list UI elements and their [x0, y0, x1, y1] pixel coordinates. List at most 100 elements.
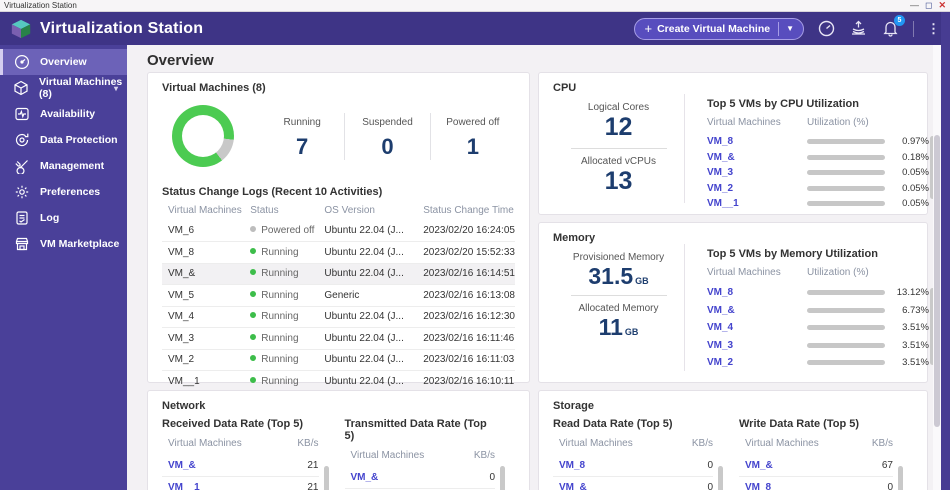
column-header: KB/s	[473, 450, 495, 461]
window-title: Virtualization Station	[4, 1, 77, 10]
status-dot-running	[250, 247, 257, 254]
memory-top5-list: Top 5 VMs by Memory Utilization Virtual …	[685, 244, 935, 371]
cpu-card-title: CPU	[553, 82, 577, 94]
column-header: Virtual Machines	[745, 438, 819, 449]
log-icon	[13, 210, 30, 227]
table-row[interactable]: VM_8 Running Ubuntu 22.04 (J... 2023/02/…	[162, 241, 515, 264]
create-virtual-machine-button[interactable]: + Create Virtual Machine ▼	[634, 17, 804, 40]
table-row[interactable]: VM_& Running Ubuntu 22.04 (J... 2023/02/…	[162, 263, 515, 285]
vm-link[interactable]: VM_8	[745, 482, 845, 490]
column-header: Virtual Machines	[168, 438, 242, 449]
table-row[interactable]: VM__1 Running Ubuntu 22.04 (J... 2023/02…	[162, 370, 515, 393]
utilization-bar	[807, 154, 885, 160]
scrollbar-thumb[interactable]	[934, 135, 940, 427]
vm-link[interactable]: VM_&	[707, 152, 807, 163]
logical-cores-value: 12	[604, 113, 633, 141]
status-dot-running	[250, 376, 257, 383]
stat-value: 0	[381, 133, 394, 159]
scrollbar[interactable]	[500, 466, 505, 490]
vm-link[interactable]: VM__1	[707, 198, 807, 209]
vm-link[interactable]: VM_4	[707, 322, 807, 333]
vm-link[interactable]: VM_&	[559, 482, 659, 490]
column-header: Status	[250, 205, 279, 216]
list-item: VM_3 3.51%	[707, 339, 929, 351]
table-row[interactable]: VM_2 Running Ubuntu 22.04 (J... 2023/02/…	[162, 349, 515, 371]
status-logs-title: Status Change Logs (Recent 10 Activities…	[162, 186, 383, 198]
vm-link[interactable]: VM_&	[745, 460, 845, 471]
received-data-rate-panel: Received Data Rate (Top 5) Virtual Machi…	[162, 418, 339, 490]
vm-link[interactable]: VM_8	[707, 287, 807, 298]
table-row[interactable]: VM_4 Running Ubuntu 22.04 (J... 2023/02/…	[162, 306, 515, 328]
sidebar-item-management[interactable]: Management	[0, 153, 127, 179]
plus-icon: +	[644, 21, 653, 36]
vm-link[interactable]: VM_3	[707, 340, 807, 351]
availability-icon	[13, 106, 30, 123]
utilization-bar	[807, 170, 885, 176]
status-dot-running	[250, 355, 257, 362]
app-logo-icon	[11, 19, 31, 38]
sidebar-item-virtual-machines[interactable]: Virtual Machines (8) ▾	[0, 75, 127, 101]
virtual-machines-icon	[13, 80, 29, 97]
memory-card-title: Memory	[553, 232, 596, 244]
import-vm-icon[interactable]	[849, 19, 868, 38]
status-dot-running	[250, 290, 257, 297]
table-row[interactable]: VM_3 Running Ubuntu 22.04 (J... 2023/02/…	[162, 327, 515, 350]
utilization-bar	[807, 360, 885, 366]
vm-status-donut-chart	[172, 105, 234, 167]
list-item: VM_& 6.73%	[707, 304, 929, 316]
vm-link[interactable]: VM_&	[351, 472, 451, 483]
utilization-bar	[807, 342, 885, 348]
vm-link[interactable]: VM_2	[707, 357, 807, 368]
vm-link[interactable]: VM_&	[707, 305, 807, 316]
app-title: Virtualization Station	[40, 19, 204, 37]
sidebar-item-label: VM Marketplace	[40, 238, 120, 250]
management-icon	[13, 158, 30, 175]
chevron-down-icon[interactable]: ▼	[786, 24, 794, 33]
column-header: Status Change Time	[423, 205, 514, 216]
table-row[interactable]: VM_6 Powered off Ubuntu 22.04 (J... 2023…	[162, 220, 515, 242]
vm-link[interactable]: VM_2	[707, 183, 807, 194]
header-divider	[913, 20, 914, 37]
more-options-icon[interactable]: ⋮	[927, 21, 940, 37]
minimize-icon[interactable]: —	[910, 1, 919, 10]
vm-link[interactable]: VM_3	[707, 167, 807, 178]
sidebar-item-vm-marketplace[interactable]: VM Marketplace	[0, 231, 127, 257]
scrollbar[interactable]	[323, 466, 329, 490]
status-dot-off	[250, 226, 257, 232]
chevron-down-icon[interactable]: ▾	[114, 84, 118, 93]
allocated-memory-label: Allocated Memory	[578, 303, 659, 315]
vm-link[interactable]: VM_8	[559, 460, 659, 471]
sidebar-item-label: Log	[40, 212, 60, 224]
scrollbar[interactable]	[898, 466, 903, 490]
maximize-icon[interactable]: ◻	[925, 1, 932, 10]
table-row[interactable]: VM_5 Running Generic 2023/02/16 16:13:08	[162, 284, 515, 307]
sidebar-item-availability[interactable]: Availability	[0, 101, 127, 127]
utilization-bar	[807, 185, 885, 191]
sidebar-item-overview[interactable]: Overview	[0, 49, 127, 75]
vm-link[interactable]: VM__1	[168, 482, 268, 490]
vm-marketplace-icon	[13, 236, 30, 253]
sidebar-item-data-protection[interactable]: Data Protection	[0, 127, 127, 153]
scrollbar[interactable]	[718, 466, 723, 490]
list-item: VM_2 0.05%	[707, 182, 929, 194]
stat-label: Running	[283, 116, 321, 128]
sidebar-item-label: Preferences	[40, 186, 101, 198]
overview-icon	[13, 54, 30, 71]
notifications-icon[interactable]: 5	[881, 15, 905, 38]
background-tasks-icon[interactable]	[817, 19, 836, 38]
preferences-icon	[13, 184, 30, 201]
app-header: Virtualization Station + Create Virtual …	[0, 12, 950, 45]
list-item: VM_& 0.18%	[707, 151, 929, 163]
sidebar-item-log[interactable]: Log	[0, 205, 127, 231]
vm-link[interactable]: VM_&	[168, 460, 268, 471]
list-item: VM_3 0.05%	[707, 167, 929, 179]
list-item: VM_4 3.51%	[707, 322, 929, 334]
sidebar-item-preferences[interactable]: Preferences	[0, 179, 127, 205]
button-divider	[778, 21, 780, 36]
close-icon[interactable]: ✕	[938, 1, 946, 10]
main-scrollbar[interactable]	[933, 45, 941, 490]
vm-link[interactable]: VM_8	[707, 136, 807, 147]
notification-badge: 5	[894, 15, 905, 26]
stat-running: Running 7	[260, 113, 344, 160]
list-item: VM_8 0.97%	[707, 136, 929, 148]
